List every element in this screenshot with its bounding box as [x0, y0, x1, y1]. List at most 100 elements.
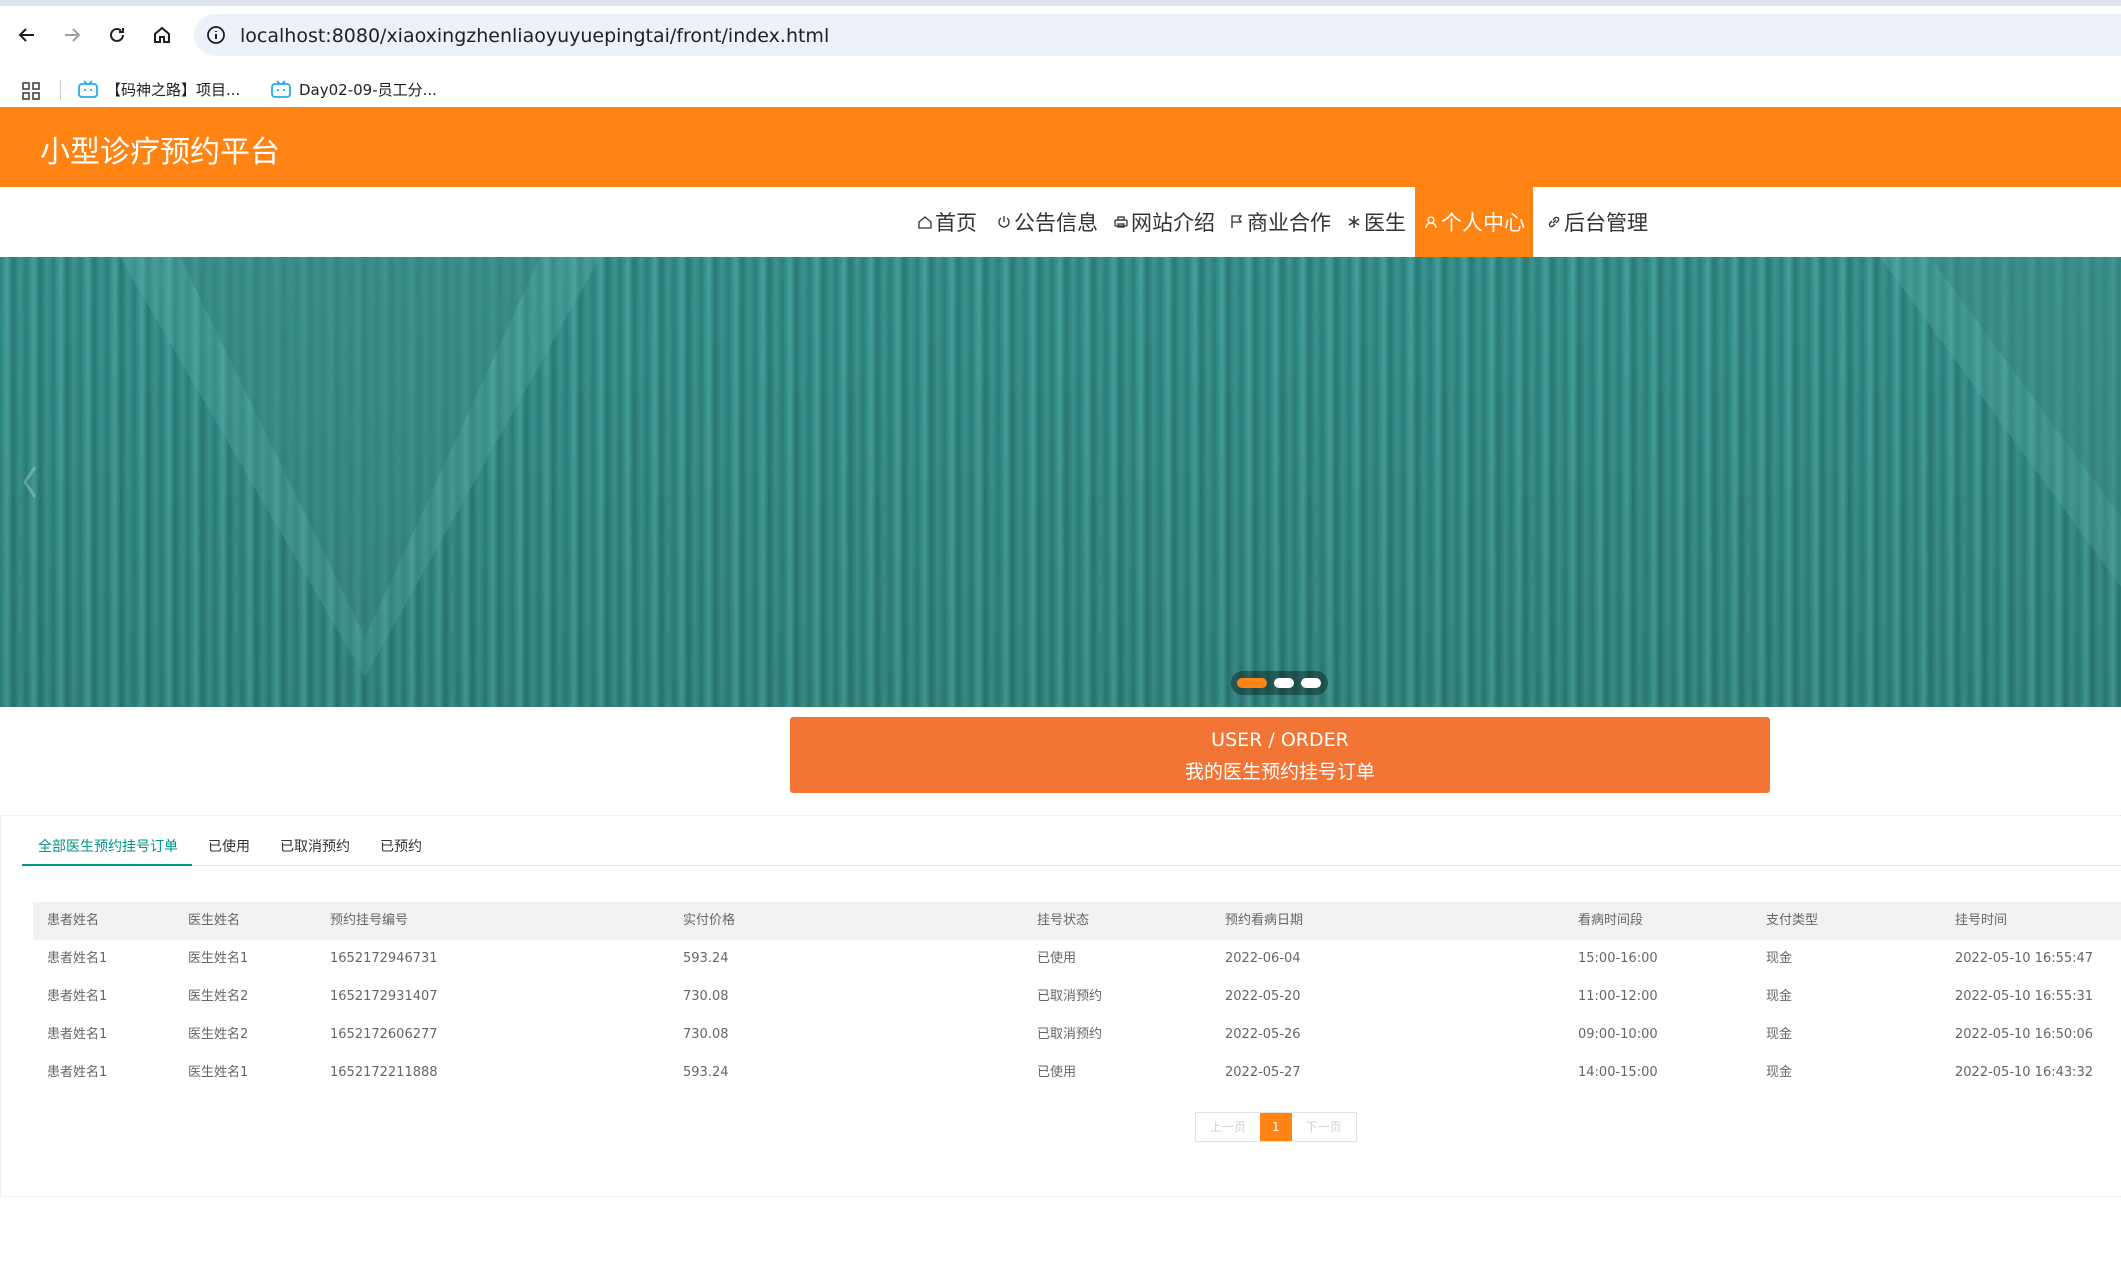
section-title-box: USER / ORDER 我的医生预约挂号订单	[790, 717, 1770, 793]
address-bar[interactable]: localhost:8080/xiaoxingzhenliaoyuyueping…	[194, 14, 2121, 56]
next-page-button[interactable]: 下一页	[1292, 1113, 1356, 1141]
order-tabs: 全部医生预约挂号订单 已使用 已取消预约 已预约	[22, 816, 2121, 866]
table-cell: 730.08	[683, 989, 729, 1004]
table-row[interactable]: 患者姓名1 医生姓名1 1652172211888 593.24 已使用 202…	[33, 1054, 2121, 1092]
forward-arrow-icon	[65, 28, 81, 42]
table-cell: 已取消预约	[1037, 989, 1103, 1004]
nav-item-doctors[interactable]: 医生	[1338, 187, 1414, 257]
section-title-cn: 我的医生预约挂号订单	[1184, 761, 1375, 783]
column-header: 挂号时间	[1955, 913, 2008, 928]
table-cell: 患者姓名1	[47, 1065, 108, 1080]
table-row[interactable]: 患者姓名1 医生姓名2 1652172931407 730.08 已取消预约 2…	[33, 978, 2121, 1016]
table-cell: 2022-05-10 16:43:32	[1955, 1065, 2094, 1080]
tab-used[interactable]: 已使用	[208, 836, 250, 856]
nav-item-personal-center[interactable]: 个人中心	[1415, 187, 1533, 257]
section-title-en: USER / ORDER	[1211, 729, 1349, 751]
site-info-icon[interactable]	[206, 25, 226, 45]
table-cell: 1652172946731	[330, 951, 438, 966]
table-cell: 2022-05-10 16:55:31	[1955, 989, 2094, 1004]
nav-item-about[interactable]: 网站介绍	[1105, 187, 1223, 257]
site-title[interactable]: 小型诊疗预约平台	[40, 127, 280, 171]
prev-page-button[interactable]: 上一页	[1196, 1113, 1260, 1141]
orders-panel: 全部医生预约挂号订单 已使用 已取消预约 已预约 患者姓名 医生姓名 预约挂号编…	[0, 815, 2121, 1197]
url-text[interactable]: localhost:8080/xiaoxingzhenliaoyuyueping…	[240, 25, 829, 47]
table-cell: 2022-05-26	[1225, 1027, 1301, 1042]
nav-item-home[interactable]: 首页	[909, 187, 985, 257]
table-cell: 现金	[1766, 989, 1793, 1004]
tab-all-orders[interactable]: 全部医生预约挂号订单	[38, 836, 178, 856]
nav-item-admin[interactable]: 后台管理	[1538, 187, 1656, 257]
table-cell: 医生姓名1	[188, 1065, 249, 1080]
flag-icon	[1231, 215, 1243, 228]
table-cell: 11:00-12:00	[1578, 989, 1658, 1004]
table-cell: 09:00-10:00	[1578, 1027, 1658, 1042]
apps-grid-icon[interactable]	[22, 82, 40, 100]
table-cell: 已使用	[1037, 951, 1077, 966]
table-cell: 医生姓名1	[188, 951, 249, 966]
tab-cancelled[interactable]: 已取消预约	[280, 836, 350, 856]
reload-icon	[110, 27, 124, 42]
carousel-dot-3[interactable]	[1301, 678, 1321, 688]
snowflake-icon	[1348, 216, 1360, 228]
table-cell: 现金	[1766, 1027, 1793, 1042]
table-cell: 1652172211888	[330, 1065, 438, 1080]
browser-home-icon	[154, 26, 170, 43]
bilibili-icon	[78, 80, 98, 98]
table-cell: 医生姓名2	[188, 989, 249, 1004]
reload-button[interactable]	[104, 22, 130, 48]
tab-strip	[0, 0, 2121, 6]
home-button[interactable]	[149, 22, 175, 48]
table-cell: 患者姓名1	[47, 1027, 108, 1042]
banner-carousel[interactable]	[0, 257, 2121, 707]
table-cell: 已取消预约	[1037, 1027, 1103, 1042]
nav-item-business[interactable]: 商业合作	[1221, 187, 1339, 257]
column-header: 预约看病日期	[1225, 913, 1304, 928]
carousel-indicators	[1231, 671, 1328, 695]
bookmark-item-2[interactable]: Day02-09-员工分...	[271, 74, 437, 104]
nav-label: 商业合作	[1247, 211, 1331, 235]
nav-label: 后台管理	[1564, 211, 1648, 235]
column-header: 患者姓名	[47, 913, 100, 928]
table-cell: 14:00-15:00	[1578, 1065, 1658, 1080]
bookmark-label: 【码神之路】项目...	[106, 80, 241, 99]
table-cell: 2022-05-10 16:50:06	[1955, 1027, 2094, 1042]
forward-button[interactable]	[59, 22, 85, 48]
table-cell: 2022-05-27	[1225, 1065, 1301, 1080]
bilibili-icon	[271, 80, 291, 98]
home-icon	[918, 216, 932, 229]
table-cell: 593.24	[683, 1065, 729, 1080]
browser-toolbar: localhost:8080/xiaoxingzhenliaoyuyueping…	[0, 0, 2121, 70]
back-button[interactable]	[14, 22, 40, 48]
tab-booked[interactable]: 已预约	[380, 836, 422, 856]
print-icon	[1114, 216, 1128, 228]
pagination: 上一页 1 下一页	[1195, 1112, 1357, 1142]
column-header: 医生姓名	[188, 913, 241, 928]
nav-item-notices[interactable]: 公告信息	[988, 187, 1106, 257]
column-header: 挂号状态	[1037, 913, 1090, 928]
banner-shade	[0, 257, 2121, 707]
bookmarks-divider	[60, 80, 61, 100]
table-cell: 15:00-16:00	[1578, 951, 1658, 966]
table-cell: 593.24	[683, 951, 729, 966]
table-cell: 1652172931407	[330, 989, 438, 1004]
column-header: 支付类型	[1766, 913, 1819, 928]
table-cell: 医生姓名2	[188, 1027, 249, 1042]
table-cell: 现金	[1766, 951, 1793, 966]
nav-label: 医生	[1364, 211, 1406, 235]
column-header: 看病时间段	[1578, 913, 1644, 928]
table-row[interactable]: 患者姓名1 医生姓名1 1652172946731 593.24 已使用 202…	[33, 940, 2121, 978]
page-number-current[interactable]: 1	[1260, 1113, 1292, 1141]
nav-label: 个人中心	[1441, 211, 1525, 235]
bookmarks-bar: 【码神之路】项目... Day02-09-员工分...	[0, 70, 2121, 108]
column-header: 实付价格	[683, 913, 736, 928]
table-row[interactable]: 患者姓名1 医生姓名2 1652172606277 730.08 已取消预约 2…	[33, 1016, 2121, 1054]
nav-label: 首页	[935, 211, 977, 235]
site-header: 小型诊疗预约平台	[0, 107, 2121, 187]
link-icon	[1548, 216, 1560, 228]
carousel-dot-2[interactable]	[1274, 678, 1294, 688]
bookmark-label: Day02-09-员工分...	[299, 80, 437, 99]
bookmark-item-1[interactable]: 【码神之路】项目...	[78, 74, 240, 104]
chevron-left-icon[interactable]	[20, 462, 40, 502]
main-nav: 首页 公告信息 网站介绍 商业合作 医生 个人中心 后台管理	[0, 187, 2121, 257]
carousel-dot-1[interactable]	[1237, 678, 1267, 688]
